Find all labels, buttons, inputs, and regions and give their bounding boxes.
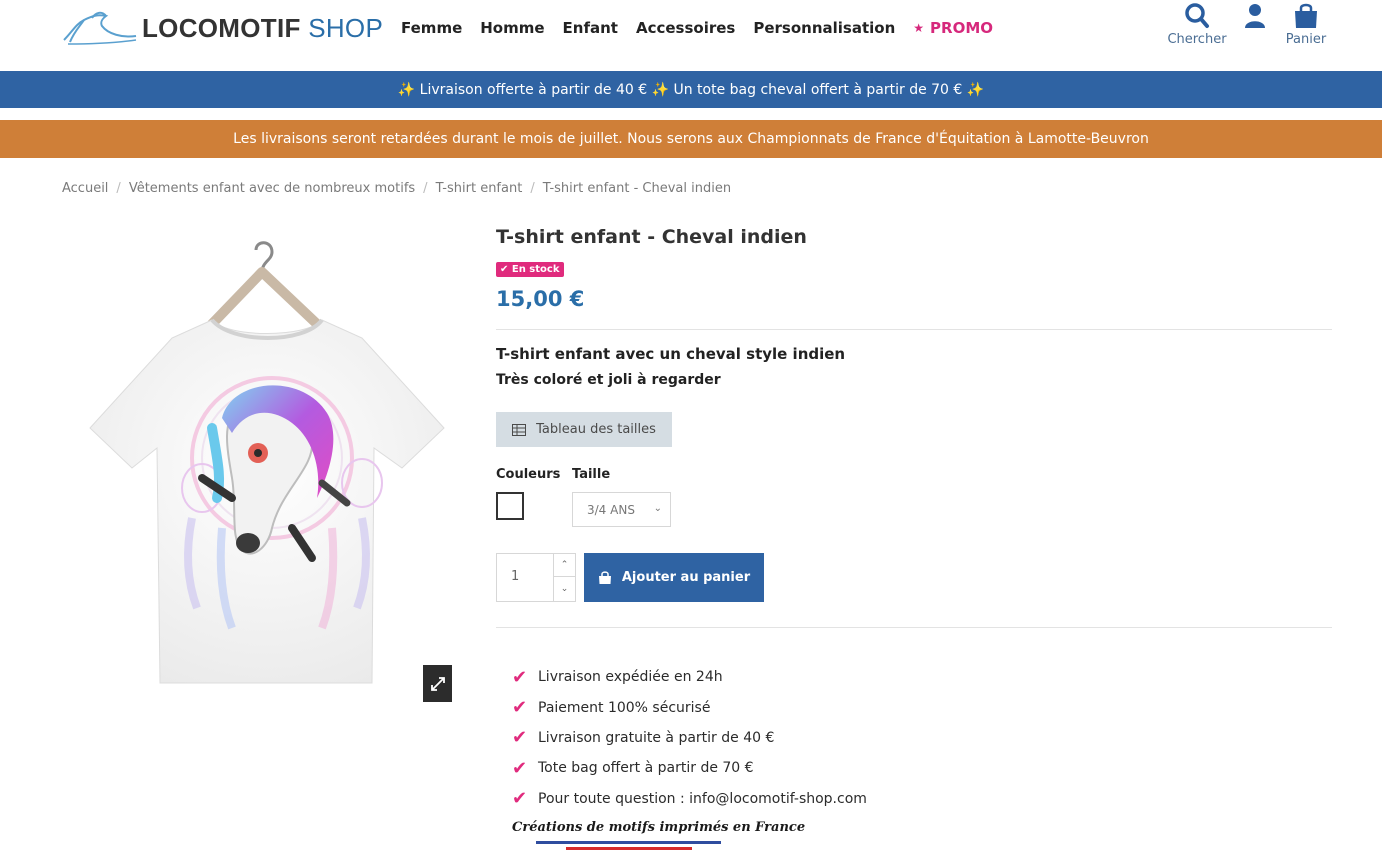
chevron-down-icon: ⌄: [653, 503, 662, 514]
nav-personnalisation[interactable]: Personnalisation: [753, 19, 895, 37]
stock-label: En stock: [511, 264, 560, 275]
star-icon: ★: [913, 21, 925, 35]
nav-femme[interactable]: Femme: [401, 19, 462, 37]
horse-logo-icon: [63, 11, 137, 45]
expand-image-button[interactable]: [423, 665, 452, 702]
search-button[interactable]: Chercher: [1167, 2, 1227, 47]
shopping-bag-icon: [1295, 3, 1317, 28]
divider: [496, 329, 1332, 330]
add-to-cart-label: Ajouter au panier: [621, 570, 751, 585]
shipping-banner: ✨ Livraison offerte à partir de 40 € ✨ U…: [0, 71, 1382, 108]
feature-text: Livraison expédiée en 24h: [538, 669, 723, 686]
shopping-bag-icon: [598, 570, 611, 584]
search-label: Chercher: [1167, 32, 1227, 47]
list-item: ✔ Pour toute question : info@locomotif-s…: [512, 784, 867, 814]
logo-text: LOCOMOTIF SHOP: [142, 12, 384, 43]
check-icon: ✔: [512, 697, 528, 719]
account-button[interactable]: [1242, 2, 1268, 30]
colors-label: Couleurs: [496, 467, 561, 482]
size-select[interactable]: 3/4 ANS ⌄: [572, 492, 671, 527]
cart-button[interactable]: Panier: [1284, 2, 1328, 47]
divider: [496, 627, 1332, 628]
flag-stripe-red: [566, 847, 692, 850]
site-logo[interactable]: LOCOMOTIF SHOP: [62, 10, 383, 46]
table-icon: [512, 423, 527, 436]
breadcrumb-home[interactable]: Accueil: [62, 181, 108, 196]
nav-homme[interactable]: Homme: [480, 19, 544, 37]
quantity-value[interactable]: 1: [511, 569, 519, 584]
tshirt-illustration: [89, 241, 445, 684]
flag-stripe-blue: [536, 841, 721, 844]
check-icon: ✔: [512, 727, 528, 749]
nav-accessoires[interactable]: Accessoires: [636, 19, 735, 37]
feature-list: ✔ Livraison expédiée en 24h ✔ Paiement 1…: [512, 662, 867, 814]
list-item: ✔ Paiement 100% sécurisé: [512, 692, 867, 722]
size-chart-button[interactable]: Tableau des tailles: [496, 412, 672, 447]
feature-text: Paiement 100% sécurisé: [538, 699, 711, 716]
chevron-up-icon[interactable]: ⌃: [554, 554, 575, 577]
feature-text: Livraison gratuite à partir de 40 €: [538, 729, 775, 746]
nav-promo[interactable]: ★ PROMO: [913, 19, 993, 37]
breadcrumb-subcategory[interactable]: T-shirt enfant: [436, 181, 523, 196]
breadcrumb-separator: /: [116, 181, 121, 196]
size-label: Taille: [572, 467, 611, 482]
site-header: LOCOMOTIF SHOP Femme Homme Enfant Access…: [0, 0, 1382, 71]
size-chart-label: Tableau des tailles: [536, 422, 656, 437]
quantity-controls: ⌃ ⌄: [553, 554, 575, 601]
chevron-down-icon[interactable]: ⌄: [554, 577, 575, 600]
size-select-value: 3/4 ANS: [587, 502, 635, 517]
breadcrumb-separator: /: [423, 181, 428, 196]
expand-icon: [430, 676, 445, 691]
list-item: ✔ Livraison gratuite à partir de 40 €: [512, 723, 867, 753]
color-swatch-white[interactable]: [496, 492, 524, 520]
list-item: ✔ Tote bag offert à partir de 70 €: [512, 753, 867, 783]
check-icon: ✔: [512, 757, 528, 779]
product-description-subtitle: Très coloré et joli à regarder: [496, 372, 721, 388]
breadcrumb-separator: /: [530, 181, 535, 196]
quantity-stepper[interactable]: 1 ⌃ ⌄: [496, 553, 576, 602]
product-title: T-shirt enfant - Cheval indien: [496, 226, 807, 248]
search-icon: [1185, 3, 1209, 28]
feature-text: Tote bag offert à partir de 70 €: [538, 760, 754, 777]
notice-banner: Les livraisons seront retardées durant l…: [0, 120, 1382, 158]
stock-badge: ✔ En stock: [496, 262, 564, 277]
nav-promo-label: PROMO: [930, 19, 994, 37]
main-nav: Femme Homme Enfant Accessoires Personnal…: [401, 19, 993, 37]
check-icon: ✔: [500, 264, 509, 275]
breadcrumb-current: T-shirt enfant - Cheval indien: [542, 181, 732, 196]
breadcrumb-category[interactable]: Vêtements enfant avec de nombreux motifs: [129, 181, 415, 196]
product-description-title: T-shirt enfant avec un cheval style indi…: [496, 345, 846, 363]
product-price: 15,00 €: [496, 287, 585, 311]
nav-enfant[interactable]: Enfant: [563, 19, 618, 37]
made-in-france-text: Créations de motifs imprimés en France: [512, 820, 806, 835]
cart-label: Panier: [1285, 32, 1327, 47]
check-icon: ✔: [512, 788, 528, 810]
breadcrumb: Accueil / Vêtements enfant avec de nombr…: [62, 181, 731, 196]
user-icon: [1245, 4, 1265, 28]
feature-text: Pour toute question : info@locomotif-sho…: [538, 790, 867, 807]
list-item: ✔ Livraison expédiée en 24h: [512, 662, 867, 692]
product-image[interactable]: [72, 228, 464, 703]
check-icon: ✔: [512, 666, 528, 688]
add-to-cart-button[interactable]: Ajouter au panier: [584, 553, 764, 602]
